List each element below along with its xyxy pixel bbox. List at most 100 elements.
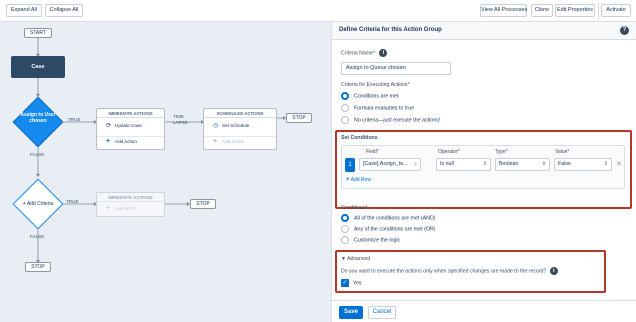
- radio-unselected[interactable]: [341, 225, 349, 233]
- field-value: [Case].Assign_to...: [363, 161, 408, 167]
- stop-node: STOP: [190, 199, 216, 209]
- value-value: False: [558, 161, 571, 167]
- row-number: 1: [345, 158, 355, 172]
- true-label: TRUE: [66, 199, 79, 204]
- false-label: FALSE: [30, 234, 45, 239]
- plus-icon: +: [106, 138, 111, 145]
- radio-selected[interactable]: [341, 92, 349, 100]
- add-action-label: Add Action: [222, 139, 244, 144]
- immediate-actions-box: IMMEDIATE ACTIONS ⟳ Update Case + Add Ac…: [96, 108, 165, 150]
- info-icon[interactable]: i: [549, 267, 558, 275]
- object-node[interactable]: Case: [11, 56, 65, 78]
- set-schedule-item[interactable]: ◷ Set Schedule: [204, 121, 276, 131]
- conditions-label: Conditions*: [341, 205, 368, 211]
- add-action-link-scheduled[interactable]: + Add Action: [204, 136, 276, 146]
- radio-custom-logic[interactable]: Customize the logic: [341, 236, 400, 244]
- radio-unselected[interactable]: [341, 116, 349, 124]
- search-icon: ⌕: [414, 161, 417, 167]
- advanced-question-text: Do you want to execute the actions only …: [341, 268, 547, 275]
- add-criteria-label: + Add Criteria: [14, 201, 62, 207]
- expand-all-button[interactable]: Expand All: [6, 4, 42, 17]
- collapse-all-button[interactable]: Collapse All: [45, 4, 83, 17]
- add-action-link-empty[interactable]: + Add Action: [97, 204, 164, 214]
- update-case-label: Update Case: [115, 123, 142, 128]
- clone-button[interactable]: Clone: [531, 4, 553, 17]
- chevron-updown-icon: ⇕: [603, 161, 608, 167]
- radio-label: Any of the conditions are met (OR): [354, 226, 436, 233]
- stop-node: STOP: [286, 113, 312, 123]
- column-header-operator: Operator*: [438, 149, 460, 155]
- false-label: FALSE: [30, 152, 45, 157]
- toolbar-divider: [598, 2, 599, 20]
- radio-any-conditions[interactable]: Any of the conditions are met (OR): [341, 225, 436, 233]
- start-node[interactable]: START: [24, 28, 52, 38]
- chevron-updown-icon: ⇕: [482, 161, 487, 167]
- panel-footer: Save Cancel: [332, 300, 636, 322]
- add-row-link[interactable]: + Add Row: [346, 177, 371, 183]
- operator-select[interactable]: Is null ⇕: [436, 158, 491, 171]
- radio-unselected[interactable]: [341, 236, 349, 244]
- scheduled-actions-title: SCHEDULED ACTIONS: [204, 109, 276, 118]
- add-row-label: Add Row: [350, 177, 371, 183]
- add-action-label: Add Action: [115, 206, 137, 211]
- radio-all-conditions[interactable]: All of the conditions are met (AND): [341, 214, 436, 222]
- delete-row-icon[interactable]: ✕: [616, 160, 622, 168]
- clock-icon: ◷: [213, 123, 219, 129]
- add-action-link[interactable]: + Add Action: [97, 136, 164, 146]
- save-button[interactable]: Save: [339, 306, 363, 319]
- help-icon[interactable]: ?: [620, 26, 629, 35]
- immediate-actions-title: IMMEDIATE ACTIONS: [97, 109, 164, 118]
- type-value: Boolean: [499, 161, 519, 167]
- yes-checkbox[interactable]: ✓ Yes: [341, 279, 361, 287]
- set-schedule-label: Set Schedule: [222, 123, 250, 128]
- add-action-label: Add Action: [115, 139, 137, 144]
- column-header-value: Value*: [555, 149, 570, 155]
- radio-label: All of the conditions are met (AND): [354, 215, 436, 222]
- add-criteria-text: Add Criteria: [26, 201, 54, 207]
- checkbox-checked[interactable]: ✓: [341, 279, 349, 287]
- radio-label: Formula evaluates to true: [354, 105, 415, 112]
- immediate-actions-box-empty: IMMEDIATE ACTIONS + Add Action: [96, 192, 165, 217]
- advanced-toggle[interactable]: ▼ Advanced: [341, 256, 370, 262]
- radio-label: Customize the logic: [354, 237, 401, 244]
- radio-label: Conditions are met: [354, 93, 399, 100]
- info-icon[interactable]: i: [379, 49, 388, 57]
- panel-title: Define Criteria for this Action Group: [339, 27, 442, 33]
- value-select[interactable]: False ⇕: [554, 158, 612, 171]
- plus-icon: +: [346, 177, 350, 183]
- plus-icon: +: [213, 138, 218, 145]
- radio-conditions-met[interactable]: Conditions are met: [341, 92, 398, 100]
- process-canvas: START Case Assign to User chosen TRUE FA…: [0, 22, 331, 322]
- column-header-field: Field*: [366, 149, 379, 155]
- cancel-button[interactable]: Cancel: [368, 306, 396, 319]
- scheduled-actions-box: SCHEDULED ACTIONS ◷ Set Schedule + Add A…: [203, 108, 277, 150]
- advanced-question: Do you want to execute the actions only …: [341, 267, 558, 275]
- immediate-actions-title: IMMEDIATE ACTIONS: [97, 193, 164, 202]
- conditions-table: Field* Operator* Type* Value* 1 [Case].A…: [341, 145, 625, 189]
- criteria-panel: Define Criteria for this Action Group ? …: [331, 22, 636, 322]
- radio-unselected[interactable]: [341, 104, 349, 112]
- chevron-down-icon: ▼: [341, 256, 346, 262]
- edit-properties-button[interactable]: Edit Properties: [555, 4, 595, 17]
- set-conditions-label: Set Conditions: [341, 135, 378, 141]
- criteria-name-label: Criteria Name* i: [341, 49, 388, 57]
- plus-icon: +: [106, 205, 111, 212]
- radio-selected[interactable]: [341, 214, 349, 222]
- criteria-name-input[interactable]: Assign to Queue chosen: [341, 62, 451, 75]
- action-update-case[interactable]: ⟳ Update Case: [97, 121, 164, 131]
- type-select[interactable]: Boolean ⇕: [495, 158, 550, 171]
- radio-label: No criteria—just execute the actions!: [354, 117, 441, 124]
- operator-value: Is null: [440, 161, 454, 167]
- activate-button[interactable]: Activate: [601, 4, 631, 17]
- true-label: TRUE: [68, 117, 81, 122]
- chevron-updown-icon: ⇕: [541, 161, 546, 167]
- field-picker[interactable]: [Case].Assign_to... ⌕: [359, 158, 421, 171]
- advanced-label: Advanced: [347, 256, 371, 262]
- time-lapse-label: TIME LAPSE: [173, 114, 188, 125]
- criteria-name-label-text: Criteria Name*: [341, 50, 376, 57]
- radio-formula[interactable]: Formula evaluates to true: [341, 104, 414, 112]
- refresh-icon: ⟳: [106, 123, 112, 129]
- view-all-processes-button[interactable]: View All Processes: [480, 4, 527, 17]
- radio-no-criteria[interactable]: No criteria—just execute the actions!: [341, 116, 440, 124]
- plus-icon: +: [22, 201, 26, 207]
